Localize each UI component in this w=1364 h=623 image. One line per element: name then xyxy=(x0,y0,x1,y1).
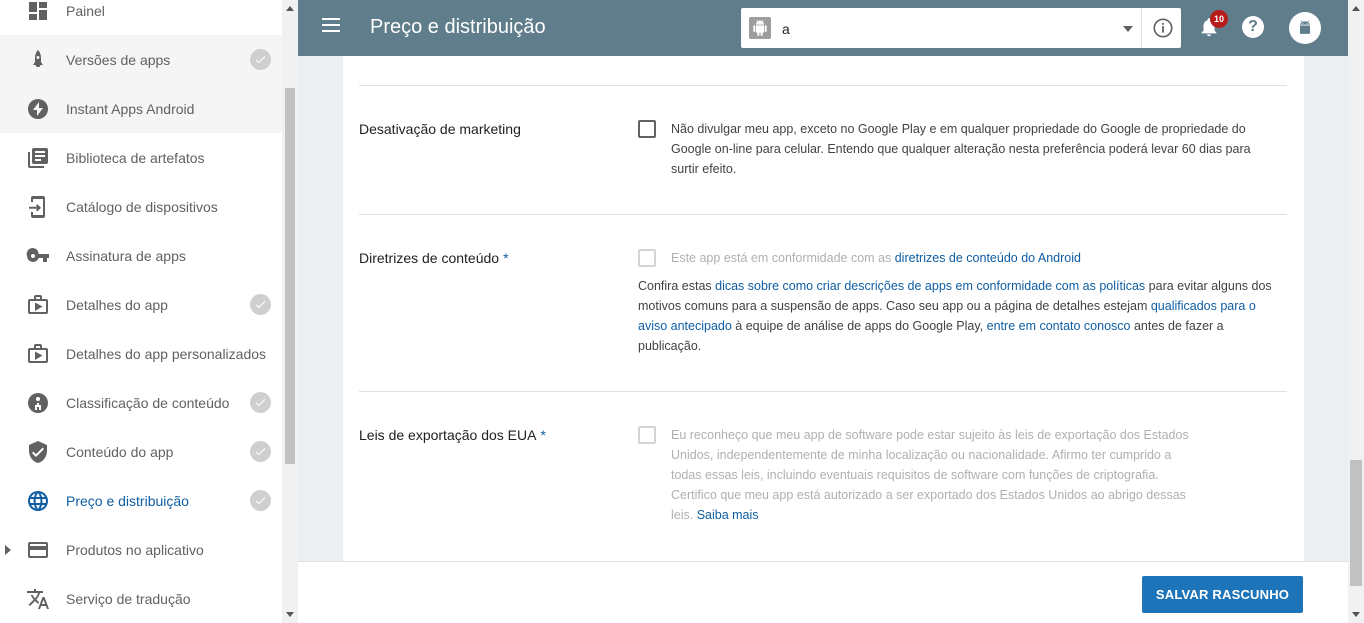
menu-icon[interactable] xyxy=(322,18,342,38)
key-icon xyxy=(26,244,50,268)
sidebar-item-label: Painel xyxy=(66,2,105,19)
content-guidelines-checkbox-text: Este app está em conformidade com as dir… xyxy=(671,251,1081,265)
android-avatar-icon xyxy=(1300,20,1310,34)
help-icon[interactable]: ? xyxy=(1242,16,1264,38)
contact-us-link[interactable]: entre em contato conosco xyxy=(987,319,1131,333)
content-card: Desativação de marketing Não divulgar me… xyxy=(343,56,1304,566)
save-draft-button[interactable]: SALVAR RASCUNHO xyxy=(1142,576,1303,613)
scrollbar-thumb[interactable] xyxy=(1350,460,1362,586)
scroll-down-icon[interactable] xyxy=(286,612,294,617)
check-icon xyxy=(250,392,271,413)
check-icon xyxy=(250,490,271,511)
divider xyxy=(359,214,1287,215)
sidebar-item-painel[interactable]: Painel xyxy=(0,0,282,35)
content-guidelines-label: Diretrizes de conteúdo * xyxy=(359,250,509,266)
sidebar-item-label: Catálogo de dispositivos xyxy=(66,198,218,215)
globe-icon xyxy=(26,489,50,513)
app-selector[interactable]: a xyxy=(741,8,1181,48)
sidebar-item-label: Preço e distribuição xyxy=(66,492,189,509)
dashboard-icon xyxy=(26,0,50,23)
sidebar-item-produtos[interactable]: Produtos no aplicativo xyxy=(0,525,282,574)
sidebar-item-label: Detalhes do app xyxy=(66,296,168,313)
sidebar-item-classificacao[interactable]: Classificação de conteúdo xyxy=(0,378,282,427)
footer-bar: SALVAR RASCUNHO xyxy=(298,561,1348,623)
sidebar-item-instant-apps[interactable]: Instant Apps Android xyxy=(0,84,282,133)
sidebar-item-label: Instant Apps Android xyxy=(66,100,195,117)
rating-icon xyxy=(26,391,50,415)
divider xyxy=(359,85,1287,86)
export-laws-checkbox[interactable] xyxy=(638,426,656,444)
learn-more-link[interactable]: Saiba mais xyxy=(697,508,759,522)
store-listing-icon xyxy=(26,293,50,317)
bolt-icon xyxy=(26,97,50,121)
export-laws-text: Eu reconheço que meu app de software pod… xyxy=(671,428,1189,522)
sidebar-item-label: Biblioteca de artefatos xyxy=(66,149,205,166)
content-guidelines-description: Confira estas dicas sobre como criar des… xyxy=(638,279,1272,353)
page-title: Preço e distribuição xyxy=(370,16,546,38)
library-icon xyxy=(26,146,50,170)
sidebar-scrollbar[interactable] xyxy=(282,0,298,623)
sidebar-item-versoes[interactable]: Versões de apps xyxy=(0,35,282,84)
policy-tips-link[interactable]: dicas sobre como criar descrições de app… xyxy=(715,279,1145,293)
sidebar-item-traducao[interactable]: Serviço de tradução xyxy=(0,574,282,623)
sidebar-item-label: Classificação de conteúdo xyxy=(66,394,230,411)
required-mark: * xyxy=(503,250,509,266)
page-scrollbar[interactable] xyxy=(1348,0,1364,623)
sidebar-item-detalhes-personalizados[interactable]: Detalhes do app personalizados xyxy=(0,329,282,378)
sidebar-item-conteudo[interactable]: Conteúdo do app xyxy=(0,427,282,476)
info-icon[interactable] xyxy=(1152,17,1174,39)
translate-icon xyxy=(26,587,50,611)
top-app-bar: Preço e distribuição a 10 ? xyxy=(298,0,1348,56)
sidebar-item-assinatura[interactable]: Assinatura de apps xyxy=(0,231,282,280)
avatar[interactable] xyxy=(1289,12,1321,44)
divider xyxy=(359,391,1287,392)
sidebar-item-catalogo[interactable]: Catálogo de dispositivos xyxy=(0,182,282,231)
sidebar-item-preco[interactable]: Preço e distribuição xyxy=(0,476,282,525)
scroll-down-icon[interactable] xyxy=(1352,612,1360,617)
android-content-guidelines-link[interactable]: diretrizes de conteúdo do Android xyxy=(895,251,1081,265)
divider xyxy=(1141,8,1142,48)
custom-listing-icon xyxy=(26,342,50,366)
marketing-opt-out-label: Desativação de marketing xyxy=(359,121,521,137)
sidebar-item-label: Produtos no aplicativo xyxy=(66,541,204,558)
sidebar: Painel Versões de apps Instant Apps Andr… xyxy=(0,0,282,623)
content-guidelines-checkbox[interactable] xyxy=(638,249,656,267)
scrollbar-thumb[interactable] xyxy=(285,88,295,464)
sidebar-item-detalhes[interactable]: Detalhes do app xyxy=(0,280,282,329)
check-icon xyxy=(250,441,271,462)
export-laws-label: Leis de exportação dos EUA * xyxy=(359,427,546,443)
check-icon xyxy=(250,49,271,70)
chevron-down-icon[interactable] xyxy=(1123,26,1133,32)
sidebar-item-label: Versões de apps xyxy=(66,51,171,68)
device-catalog-icon xyxy=(26,195,50,219)
marketing-opt-out-checkbox[interactable] xyxy=(638,120,656,138)
app-selector-value: a xyxy=(782,21,790,37)
scroll-up-icon[interactable] xyxy=(1352,6,1360,11)
sidebar-item-label: Serviço de tradução xyxy=(66,590,191,607)
sidebar-item-label: Detalhes do app personalizados xyxy=(66,345,267,362)
expand-arrow-icon[interactable] xyxy=(5,544,11,555)
sidebar-item-label: Assinatura de apps xyxy=(66,247,186,264)
notification-count-badge: 10 xyxy=(1210,10,1228,28)
check-icon xyxy=(250,294,271,315)
sidebar-item-biblioteca[interactable]: Biblioteca de artefatos xyxy=(0,133,282,182)
sidebar-item-label: Conteúdo do app xyxy=(66,443,174,460)
shield-icon xyxy=(26,440,50,464)
scroll-up-icon[interactable] xyxy=(286,6,294,11)
required-mark: * xyxy=(540,427,546,443)
rocket-icon xyxy=(26,48,50,72)
marketing-opt-out-text: Não divulgar meu app, exceto no Google P… xyxy=(671,122,1251,176)
card-icon xyxy=(26,538,50,562)
android-icon xyxy=(749,17,771,39)
